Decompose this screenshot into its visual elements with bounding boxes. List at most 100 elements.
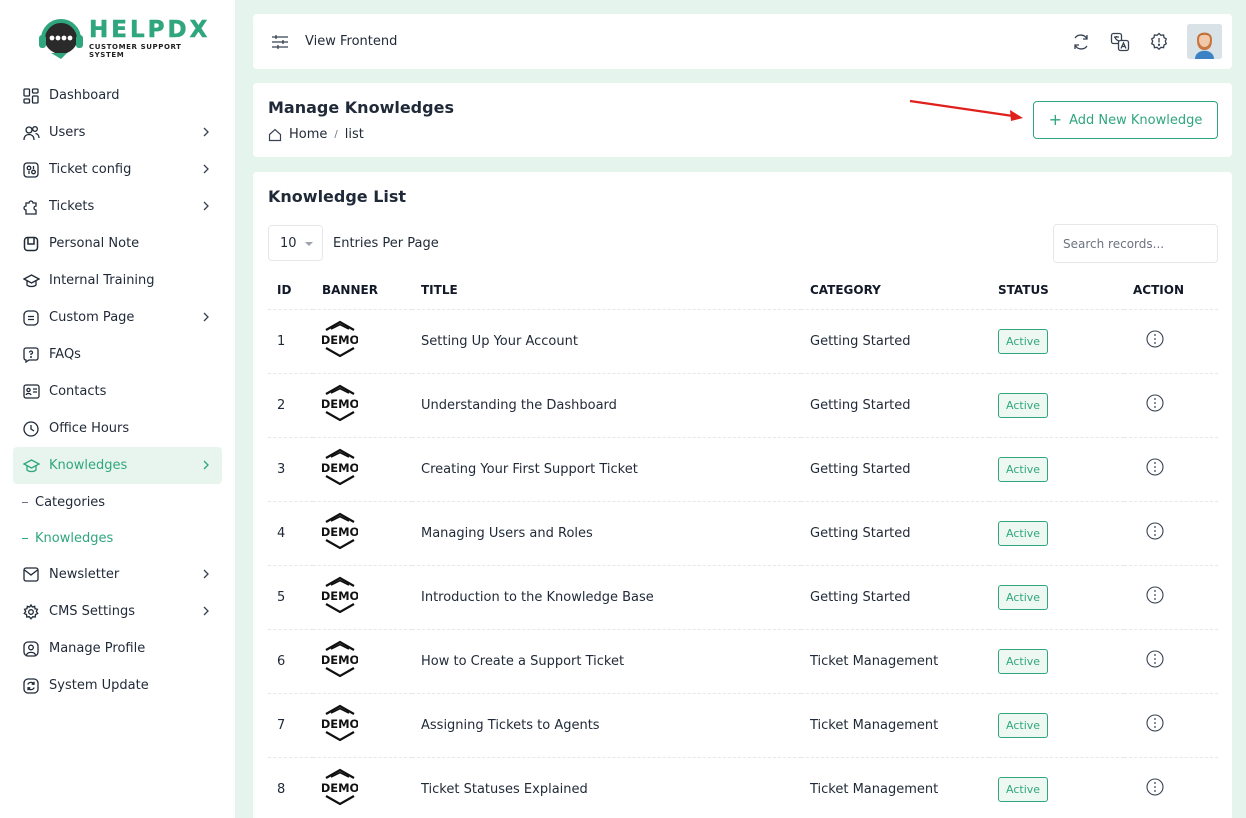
knowledge-icon: [22, 457, 40, 475]
sidebar-item-manage-profile[interactable]: Manage Profile: [13, 630, 222, 667]
status-badge: Active: [998, 392, 1049, 418]
search-input[interactable]: [1053, 224, 1218, 263]
table-row: 8 DEMO Ticket Statuses Explained Ticket …: [268, 757, 1218, 818]
sidebar-item-internal-training[interactable]: Internal Training: [13, 262, 222, 299]
more-options-icon[interactable]: [1146, 394, 1164, 412]
add-new-knowledge-button[interactable]: + Add New Knowledge: [1033, 101, 1218, 139]
brand-logo[interactable]: HELPDX CUSTOMER SUPPORT SYSTEM: [37, 15, 211, 61]
brand-title: HELPDX: [89, 16, 211, 43]
settings-icon: [22, 603, 40, 621]
update-icon: [22, 677, 40, 695]
cell-title: Creating Your First Support Ticket: [412, 437, 801, 502]
sidebar-item-label: Manage Profile: [49, 641, 146, 656]
user-avatar[interactable]: [1187, 24, 1222, 59]
refresh-icon[interactable]: [1070, 31, 1092, 53]
cell-banner: DEMO: [313, 629, 412, 694]
cell-category: Ticket Management: [801, 757, 989, 818]
top-actions: [1070, 24, 1222, 59]
sliders-menu-icon[interactable]: [271, 33, 289, 51]
demo-banner-image[interactable]: DEMO: [321, 447, 360, 487]
sidebar-nav: Dashboard Users Ticket config Tickets Pe…: [13, 77, 222, 704]
sidebar-item-users[interactable]: Users: [13, 114, 222, 151]
banner-text: DEMO: [322, 717, 358, 731]
sidebar-item-custom-page[interactable]: Custom Page: [13, 299, 222, 336]
table-row: 6 DEMO How to Create a Support Ticket Ti…: [268, 629, 1218, 694]
translate-icon[interactable]: [1109, 31, 1131, 53]
bullet-dash: [22, 537, 28, 539]
more-options-icon[interactable]: [1146, 778, 1164, 796]
banner-text: DEMO: [322, 333, 358, 347]
sidebar-item-faqs[interactable]: FAQs: [13, 336, 222, 373]
more-options-icon[interactable]: [1146, 650, 1164, 668]
home-icon: [268, 128, 282, 141]
more-options-icon[interactable]: [1146, 330, 1164, 348]
cell-banner: DEMO: [313, 565, 412, 630]
cell-action: [1124, 757, 1218, 818]
sidebar: HELPDX CUSTOMER SUPPORT SYSTEM Dashboard…: [0, 0, 235, 818]
more-options-icon[interactable]: [1146, 586, 1164, 604]
demo-banner-image[interactable]: DEMO: [321, 575, 360, 615]
more-options-icon[interactable]: [1146, 522, 1164, 540]
sidebar-item-label: Tickets: [49, 199, 95, 214]
demo-banner-image[interactable]: DEMO: [321, 383, 360, 423]
cell-title: Managing Users and Roles: [412, 501, 801, 566]
sidebar-item-office-hours[interactable]: Office Hours: [13, 410, 222, 447]
cell-category: Getting Started: [801, 437, 989, 502]
sidebar-subitem-knowledges[interactable]: Knowledges: [13, 520, 222, 556]
demo-banner-image[interactable]: DEMO: [321, 703, 360, 743]
chevron-right-icon: [203, 312, 209, 322]
sidebar-item-system-update[interactable]: System Update: [13, 667, 222, 704]
headset-logo-icon: [37, 15, 85, 61]
plus-icon: +: [1048, 110, 1063, 129]
demo-banner-image[interactable]: DEMO: [321, 319, 360, 359]
contacts-icon: [22, 383, 40, 401]
sidebar-item-tickets[interactable]: Tickets: [13, 188, 222, 225]
sidebar-item-cms-settings[interactable]: CMS Settings: [13, 593, 222, 630]
cell-id: 1: [268, 309, 313, 374]
cell-id: 7: [268, 693, 313, 758]
column-header-category[interactable]: CATEGORY: [801, 272, 989, 310]
status-badge: Active: [998, 328, 1049, 354]
banner-text: DEMO: [322, 781, 358, 795]
dashboard-icon: [22, 87, 40, 105]
status-badge: Active: [998, 456, 1049, 482]
sidebar-item-ticket-config[interactable]: Ticket config: [13, 151, 222, 188]
sidebar-item-knowledges[interactable]: Knowledges: [13, 447, 222, 484]
demo-banner-image[interactable]: DEMO: [321, 511, 360, 551]
sidebar-item-label: Office Hours: [49, 421, 130, 436]
view-frontend-link[interactable]: View Frontend: [305, 34, 397, 49]
sidebar-item-label: CMS Settings: [49, 604, 135, 619]
page-header: Manage Knowledges Home / list + Add New …: [253, 83, 1232, 157]
page-title: Manage Knowledges: [268, 98, 454, 117]
cell-category: Getting Started: [801, 565, 989, 630]
banner-text: DEMO: [322, 397, 358, 411]
column-header-title[interactable]: TITLE: [412, 272, 801, 310]
breadcrumb-home[interactable]: Home: [289, 127, 327, 142]
more-options-icon[interactable]: [1146, 714, 1164, 732]
table-header-row: ID BANNER TITLE CATEGORY STATUS ACTION: [268, 272, 1218, 310]
note-icon: [22, 235, 40, 253]
alert-icon[interactable]: [1148, 31, 1170, 53]
demo-banner-image[interactable]: DEMO: [321, 767, 360, 807]
sidebar-subitem-categories[interactable]: Categories: [13, 484, 222, 520]
per-page-select[interactable]: 10: [268, 225, 323, 261]
column-header-id[interactable]: ID: [268, 272, 313, 310]
demo-banner-image[interactable]: DEMO: [321, 639, 360, 679]
column-header-banner[interactable]: BANNER: [313, 272, 412, 310]
sidebar-item-contacts[interactable]: Contacts: [13, 373, 222, 410]
sidebar-item-dashboard[interactable]: Dashboard: [13, 77, 222, 114]
cell-title: Introduction to the Knowledge Base: [412, 565, 801, 630]
sidebar-item-label: Dashboard: [49, 88, 120, 103]
banner-text: DEMO: [322, 653, 358, 667]
cell-status: Active: [989, 629, 1124, 694]
sidebar-item-personal-note[interactable]: Personal Note: [13, 225, 222, 262]
cell-category: Getting Started: [801, 309, 989, 374]
sidebar-subitem-label: Categories: [35, 494, 106, 510]
sidebar-item-newsletter[interactable]: Newsletter: [13, 556, 222, 593]
cell-category: Getting Started: [801, 501, 989, 566]
cell-action: [1124, 565, 1218, 630]
cell-title: Understanding the Dashboard: [412, 373, 801, 438]
more-options-icon[interactable]: [1146, 458, 1164, 476]
column-header-status[interactable]: STATUS: [989, 272, 1124, 310]
status-badge: Active: [998, 712, 1049, 738]
